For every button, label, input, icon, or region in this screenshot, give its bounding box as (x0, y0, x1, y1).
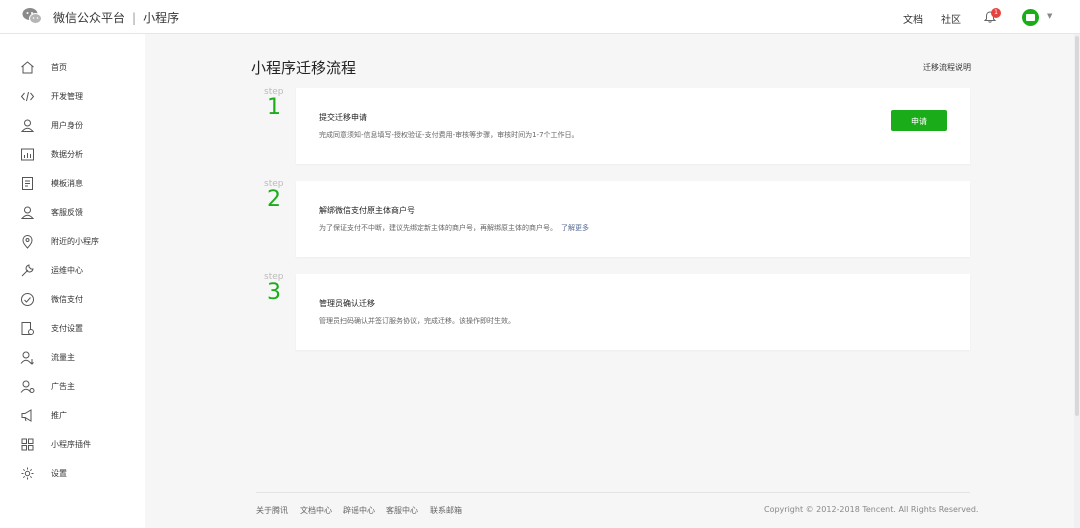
top-bar: 微信公众平台 | 小程序 文档 社区 1 ▼ (0, 0, 1080, 34)
step-description-text: 为了保证支付不中断，建议先绑定新主体的商户号，再解绑原主体的商户号。 (319, 224, 557, 232)
sidebar-item-label: 小程序插件 (51, 440, 91, 449)
sidebar-item-ops-center[interactable]: 运维中心 (0, 259, 145, 283)
sidebar-item-user-identity[interactable]: 用户身份 (0, 114, 145, 138)
footer-link-support[interactable]: 客服中心 (386, 505, 418, 516)
document-icon (22, 177, 33, 190)
sidebar-item-label: 客服反馈 (51, 208, 83, 217)
sidebar-item-data-analysis[interactable]: 数据分析 (0, 143, 145, 167)
advertiser-icon (20, 380, 35, 393)
step-card-unbind-merchant: 解绑微信支付原主体商户号 为了保证支付不中断，建议先绑定新主体的商户号，再解绑原… (296, 181, 970, 257)
sidebar-item-label: 运维中心 (51, 266, 83, 275)
sidebar-item-nearby-miniprogram[interactable]: 附近的小程序 (0, 230, 145, 254)
megaphone-icon (21, 409, 32, 422)
user-icon (20, 119, 35, 132)
page-title: 小程序迁移流程 (251, 59, 357, 77)
copyright: Copyright © 2012-2018 Tencent. All Right… (764, 505, 979, 514)
sidebar-item-advertiser[interactable]: 广告主 (0, 375, 145, 399)
step-description: 完成同意须知-信息填写-授权验证-支付费用-审核等步骤，审核时间为1-7个工作日… (319, 131, 579, 139)
wechat-logo-icon[interactable] (22, 7, 42, 25)
wechat-pay-icon (21, 293, 34, 306)
step-title: 提交迁移申请 (319, 113, 367, 122)
sidebar-item-label: 数据分析 (51, 150, 83, 159)
sidebar-item-settings[interactable]: 设置 (0, 462, 145, 486)
brand-name: 微信公众平台 (53, 11, 126, 25)
sidebar-item-label: 附近的小程序 (51, 237, 99, 246)
footer-divider (256, 492, 970, 493)
avatar[interactable] (1022, 9, 1039, 26)
sidebar-item-template-message[interactable]: 模板消息 (0, 172, 145, 196)
footer-link-about[interactable]: 关于腾讯 (256, 505, 288, 516)
traffic-owner-icon (20, 351, 34, 365)
sidebar-item-label: 首页 (51, 63, 67, 72)
plugin-grid-icon (21, 438, 34, 451)
sidebar-item-label: 微信支付 (51, 295, 83, 304)
home-icon (21, 61, 34, 74)
wrench-icon (21, 264, 34, 277)
sidebar-item-wechat-pay[interactable]: 微信支付 (0, 288, 145, 312)
nav-docs-link[interactable]: 文档 (903, 11, 923, 26)
brand-separator: | (132, 11, 137, 25)
sidebar: 首页 开发管理 用户身份 数据分析 模板消息 客服反馈 附近的小程序 运维中心 … (0, 34, 145, 528)
step-description: 为了保证支付不中断，建议先绑定新主体的商户号，再解绑原主体的商户号。 了解更多 (319, 223, 589, 233)
step-number: 1 (267, 95, 281, 120)
sidebar-item-label: 用户身份 (51, 121, 83, 130)
sidebar-item-traffic-owner[interactable]: 流量主 (0, 346, 145, 370)
brand-title[interactable]: 微信公众平台 | 小程序 (53, 9, 179, 26)
sidebar-item-payment-settings[interactable]: 支付设置 (0, 317, 145, 341)
footer-link-docs[interactable]: 文档中心 (300, 505, 332, 516)
sidebar-item-label: 模板消息 (51, 179, 83, 188)
step-title: 管理员确认迁移 (319, 299, 375, 308)
sidebar-item-home[interactable]: 首页 (0, 56, 145, 80)
scrollbar-thumb[interactable] (1075, 36, 1079, 416)
sidebar-item-label: 流量主 (51, 353, 75, 362)
chevron-down-icon[interactable]: ▼ (1047, 12, 1052, 20)
learn-more-link[interactable]: 了解更多 (561, 224, 589, 232)
product-name: 小程序 (143, 11, 180, 25)
sidebar-item-miniprogram-plugin[interactable]: 小程序插件 (0, 433, 145, 457)
location-icon (22, 235, 33, 249)
footer-link-email[interactable]: 联系邮箱 (430, 505, 462, 516)
sidebar-item-label: 支付设置 (51, 324, 83, 333)
sidebar-item-label: 设置 (51, 469, 67, 478)
sidebar-item-label: 开发管理 (51, 92, 83, 101)
sidebar-item-dev-management[interactable]: 开发管理 (0, 85, 145, 109)
footer-link-rumor[interactable]: 辟谣中心 (343, 505, 375, 516)
step-card-submit-application: 提交迁移申请 完成同意须知-信息填写-授权验证-支付费用-审核等步骤，审核时间为… (296, 88, 970, 164)
sidebar-item-label: 广告主 (51, 382, 75, 391)
code-icon (20, 91, 35, 102)
sidebar-item-promotion[interactable]: 推广 (0, 404, 145, 428)
nav-community-link[interactable]: 社区 (941, 11, 961, 26)
payment-settings-icon (21, 322, 34, 335)
gear-icon (21, 467, 34, 480)
step-number: 3 (267, 280, 281, 305)
sidebar-item-label: 推广 (51, 411, 67, 420)
step-number: 2 (267, 187, 281, 212)
support-user-icon (20, 206, 35, 219)
sidebar-item-customer-feedback[interactable]: 客服反馈 (0, 201, 145, 225)
chart-icon (21, 148, 34, 161)
notification-badge: 1 (991, 8, 1001, 18)
migration-guide-link[interactable]: 迁移流程说明 (923, 62, 971, 73)
step-card-admin-confirm: 管理员确认迁移 管理员扫码确认并签订服务协议，完成迁移。该操作即时生效。 (296, 274, 970, 350)
step-title: 解绑微信支付原主体商户号 (319, 206, 415, 215)
apply-button[interactable]: 申请 (891, 110, 947, 131)
step-description: 管理员扫码确认并签订服务协议，完成迁移。该操作即时生效。 (319, 317, 515, 325)
